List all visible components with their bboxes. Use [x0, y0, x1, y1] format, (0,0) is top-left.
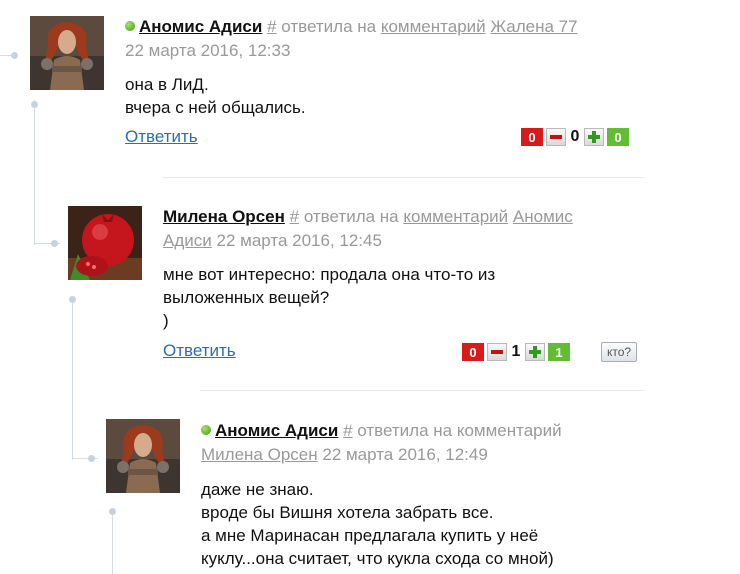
comment-link[interactable]: комментарий	[403, 207, 508, 226]
comment-line: )	[163, 311, 169, 330]
comment-date: 22 марта 2016, 12:45	[216, 231, 382, 250]
comment-line: даже не знаю.	[201, 480, 314, 499]
comment-header: Аномис Адиси # ответила на комментарий Ж…	[125, 15, 645, 63]
comment-separator	[162, 177, 644, 178]
avatar[interactable]	[106, 419, 180, 493]
comment-line: вроде бы Вишня хотела забрать все.	[201, 503, 494, 522]
comment-line: а мне Маринасан предлагала купить у неё	[201, 526, 539, 545]
comment-body: она в ЛиД. вчера с ней общались.	[125, 73, 306, 119]
author-link[interactable]: Аномис Адиси	[215, 421, 338, 440]
permalink[interactable]: #	[267, 17, 276, 36]
avatar[interactable]	[68, 206, 142, 280]
reply-to-author-link[interactable]: Аномис	[513, 207, 573, 226]
comment-line: куклу...она считает, что кукла схода со …	[201, 549, 554, 568]
vote-down-button[interactable]	[546, 128, 566, 146]
comment-date: 22 марта 2016, 12:49	[322, 445, 488, 464]
plus-icon	[529, 346, 541, 358]
permalink[interactable]: #	[343, 421, 352, 440]
comment-line: мне вот интересно: продала она что-то из	[163, 265, 496, 284]
vote-score: 1	[511, 343, 521, 360]
comment-date: 22 марта 2016, 12:33	[125, 41, 291, 60]
comment-line: вчера с ней общались.	[125, 98, 306, 117]
reply-text: ответила на	[281, 17, 377, 36]
thread-line	[112, 512, 113, 574]
thread-dot	[109, 508, 116, 515]
thread-dot	[51, 240, 58, 247]
votes-against-count: 0	[462, 343, 484, 361]
thread-dot	[69, 296, 76, 303]
reply-to-author-link-continued[interactable]: Адиси	[163, 231, 212, 250]
comment-body: мне вот интересно: продала она что-то из…	[163, 263, 495, 332]
vote-down-button[interactable]	[487, 343, 507, 361]
vote-up-button[interactable]	[525, 343, 545, 361]
thread-dot	[31, 101, 38, 108]
comment-link[interactable]: комментарий	[381, 17, 486, 36]
vote-up-button[interactable]	[584, 128, 604, 146]
reply-button[interactable]: Ответить	[125, 127, 198, 147]
reply-to-author-link[interactable]: Милена Орсен	[201, 445, 318, 464]
vote-box: 0 1 1 кто?	[462, 342, 638, 362]
votes-for-count: 0	[607, 128, 629, 146]
comment-header: Милена Орсен # ответила на комментарий А…	[163, 205, 645, 253]
minus-icon	[491, 350, 503, 354]
comment-line: она в ЛиД.	[125, 75, 209, 94]
comment-line: выложенных вещей?	[163, 288, 330, 307]
comment-header: Аномис Адиси # ответила на комментарий М…	[201, 419, 661, 467]
minus-icon	[550, 135, 562, 139]
permalink[interactable]: #	[290, 207, 299, 226]
author-link[interactable]: Милена Орсен	[163, 207, 285, 226]
reply-button[interactable]: Ответить	[163, 341, 236, 361]
reply-text: ответила на комментарий	[357, 421, 562, 440]
thread-line	[34, 100, 35, 245]
votes-against-count: 0	[521, 128, 543, 146]
avatar[interactable]	[30, 16, 104, 90]
votes-for-count: 1	[548, 343, 570, 361]
comment-separator	[200, 390, 644, 391]
reply-to-author-link[interactable]: Жалена 77	[490, 17, 577, 36]
online-status-icon	[125, 21, 135, 31]
author-link[interactable]: Аномис Адиси	[139, 17, 262, 36]
thread-line	[72, 300, 73, 460]
who-voted-button[interactable]: кто?	[601, 342, 638, 362]
comment-body: даже не знаю. вроде бы Вишня хотела забр…	[201, 478, 554, 570]
vote-score: 0	[570, 128, 580, 145]
online-status-icon	[201, 425, 211, 435]
thread-dot	[11, 52, 18, 59]
thread-dot	[88, 455, 95, 462]
plus-icon	[588, 131, 600, 143]
vote-box: 0 0 0	[521, 128, 629, 146]
reply-text: ответила на	[303, 207, 399, 226]
